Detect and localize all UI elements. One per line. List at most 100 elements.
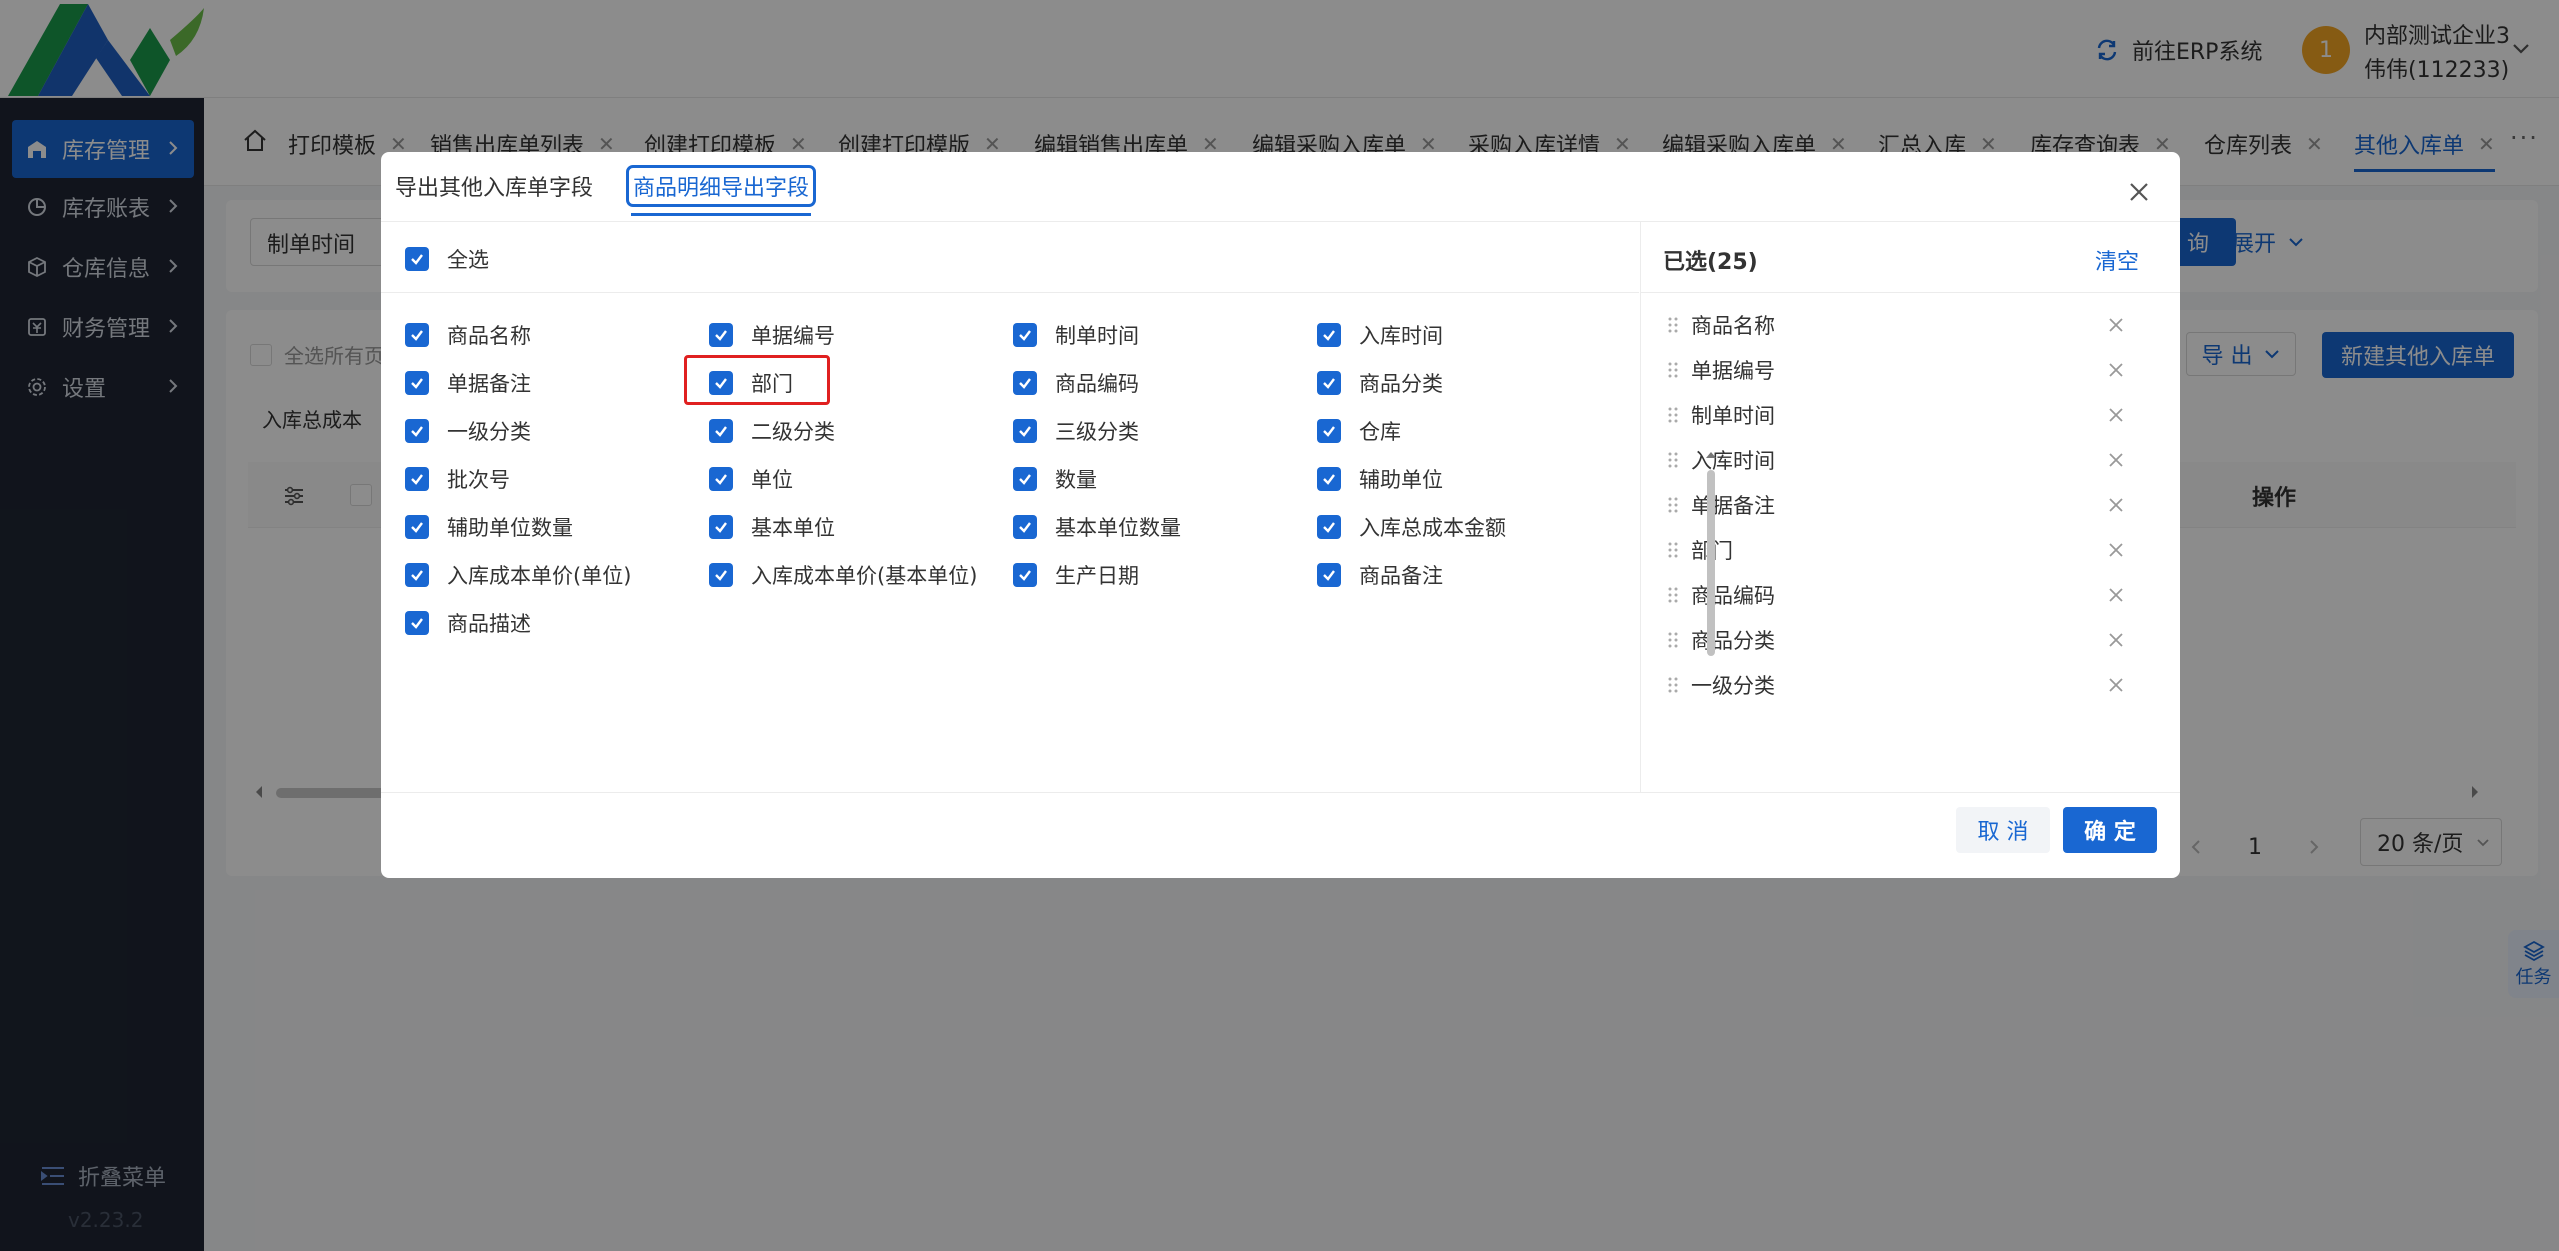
selected-count-title: 已选(25) [1663, 250, 1758, 275]
field-label: 生产日期 [1055, 564, 1139, 588]
checkbox-checked-icon [405, 371, 429, 395]
remove-icon[interactable] [2107, 541, 2125, 559]
field-checkbox[interactable]: 单位 [709, 464, 793, 494]
field-checkbox[interactable]: 辅助单位数量 [405, 512, 573, 542]
checkbox-checked-icon [1013, 563, 1037, 587]
divider [1641, 292, 2180, 293]
drag-handle-icon[interactable] [1667, 586, 1679, 604]
field-checkbox[interactable]: 生产日期 [1013, 560, 1139, 590]
field-checkbox[interactable]: 商品编码 [1013, 368, 1139, 398]
field-checkbox[interactable]: 入库成本单价(单位) [405, 560, 631, 590]
field-checkbox[interactable]: 批次号 [405, 464, 510, 494]
checkbox-checked-icon [405, 467, 429, 491]
selected-field-item[interactable]: 二级分类 [1641, 707, 2161, 714]
drag-handle-icon[interactable] [1667, 541, 1679, 559]
field-label: 数量 [1055, 468, 1097, 492]
field-checkbox[interactable]: 商品描述 [405, 608, 531, 638]
selected-field-item[interactable]: 制单时间 [1641, 392, 2161, 437]
field-checkbox[interactable]: 商品名称 [405, 320, 531, 350]
select-all-checkbox[interactable]: 全选 [405, 244, 489, 274]
field-checkbox[interactable]: 辅助单位 [1317, 464, 1443, 494]
drag-handle-icon[interactable] [1667, 361, 1679, 379]
field-checkbox[interactable]: 基本单位 [709, 512, 835, 542]
field-label: 商品名称 [447, 324, 531, 348]
checkbox-checked-icon [709, 515, 733, 539]
field-label: 二级分类 [751, 420, 835, 444]
selected-fields-pane: 已选(25) 清空 商品名称单据编号制单时间入库时间单据备注部门商品编码商品分类… [1640, 222, 2180, 792]
drag-handle-icon[interactable] [1667, 451, 1679, 469]
checkbox-checked-icon [709, 563, 733, 587]
field-checkbox[interactable]: 入库总成本金额 [1317, 512, 1506, 542]
selected-field-item[interactable]: 商品分类 [1641, 617, 2161, 662]
field-checkbox[interactable]: 基本单位数量 [1013, 512, 1181, 542]
field-label: 单位 [751, 468, 793, 492]
checkbox-checked-icon [1317, 323, 1341, 347]
confirm-button[interactable]: 确 定 [2063, 807, 2157, 853]
field-checkbox[interactable]: 三级分类 [1013, 416, 1139, 446]
field-label: 基本单位数量 [1055, 516, 1181, 540]
checkbox-checked-icon [405, 419, 429, 443]
checkbox-checked-icon [405, 323, 429, 347]
field-checkbox[interactable]: 单据备注 [405, 368, 531, 398]
clear-selected-button[interactable]: 清空 [2095, 244, 2139, 276]
checkbox-checked-icon [405, 247, 429, 271]
field-checkbox[interactable]: 二级分类 [709, 416, 835, 446]
drag-handle-icon[interactable] [1667, 496, 1679, 514]
selected-field-item[interactable]: 一级分类 [1641, 662, 2161, 707]
field-checkbox[interactable]: 商品备注 [1317, 560, 1443, 590]
checkbox-checked-icon [405, 611, 429, 635]
field-label: 单据备注 [447, 372, 531, 396]
field-label: 一级分类 [447, 420, 531, 444]
selected-field-item[interactable]: 商品名称 [1641, 302, 2161, 347]
field-checkbox[interactable]: 仓库 [1317, 416, 1401, 446]
field-checkbox[interactable]: 商品分类 [1317, 368, 1443, 398]
field-label: 仓库 [1359, 420, 1401, 444]
checkbox-checked-icon [709, 419, 733, 443]
remove-icon[interactable] [2107, 361, 2125, 379]
drag-handle-icon[interactable] [1667, 676, 1679, 694]
selected-field-item[interactable]: 商品编码 [1641, 572, 2161, 617]
selected-field-item[interactable]: 单据编号 [1641, 347, 2161, 392]
field-checkbox[interactable]: 一级分类 [405, 416, 531, 446]
field-label: 入库总成本金额 [1359, 516, 1506, 540]
tab-export-order-fields[interactable]: 导出其他入库单字段 [395, 170, 593, 202]
highlight-box [684, 355, 830, 405]
checkbox-checked-icon [1317, 515, 1341, 539]
checkbox-checked-icon [405, 563, 429, 587]
scrollbar-thumb[interactable] [1707, 470, 1715, 656]
remove-icon[interactable] [2107, 406, 2125, 424]
drag-handle-icon[interactable] [1667, 316, 1679, 334]
field-label: 入库成本单价(基本单位) [751, 564, 978, 588]
field-checkbox[interactable]: 数量 [1013, 464, 1097, 494]
modal-footer: 取 消 确 定 [381, 792, 2180, 878]
remove-icon[interactable] [2107, 496, 2125, 514]
field-label: 入库时间 [1359, 324, 1443, 348]
drag-handle-icon[interactable] [1667, 631, 1679, 649]
divider [381, 292, 1639, 293]
field-checkbox[interactable]: 制单时间 [1013, 320, 1139, 350]
checkbox-checked-icon [1317, 371, 1341, 395]
scroll-up-icon[interactable] [1703, 448, 1719, 462]
cancel-button[interactable]: 取 消 [1956, 807, 2050, 853]
field-checkbox[interactable]: 入库成本单价(基本单位) [709, 560, 977, 590]
checkbox-checked-icon [709, 323, 733, 347]
close-icon[interactable] [2127, 180, 2151, 204]
checkbox-checked-icon [1013, 419, 1037, 443]
field-checkbox[interactable]: 单据编号 [709, 320, 835, 350]
field-checkbox[interactable]: 入库时间 [1317, 320, 1443, 350]
remove-icon[interactable] [2107, 631, 2125, 649]
checkbox-checked-icon [709, 467, 733, 491]
field-label: 商品备注 [1359, 564, 1443, 588]
checkbox-checked-icon [1317, 419, 1341, 443]
checkbox-checked-icon [1317, 467, 1341, 491]
remove-icon[interactable] [2107, 451, 2125, 469]
selected-field-item[interactable]: 单据备注 [1641, 482, 2161, 527]
remove-icon[interactable] [2107, 586, 2125, 604]
checkbox-checked-icon [405, 515, 429, 539]
selected-field-item[interactable]: 入库时间 [1641, 437, 2161, 482]
remove-icon[interactable] [2107, 316, 2125, 334]
tab-export-item-fields[interactable]: 商品明细导出字段 [625, 165, 817, 216]
drag-handle-icon[interactable] [1667, 406, 1679, 424]
remove-icon[interactable] [2107, 676, 2125, 694]
selected-field-item[interactable]: 部门 [1641, 527, 2161, 572]
